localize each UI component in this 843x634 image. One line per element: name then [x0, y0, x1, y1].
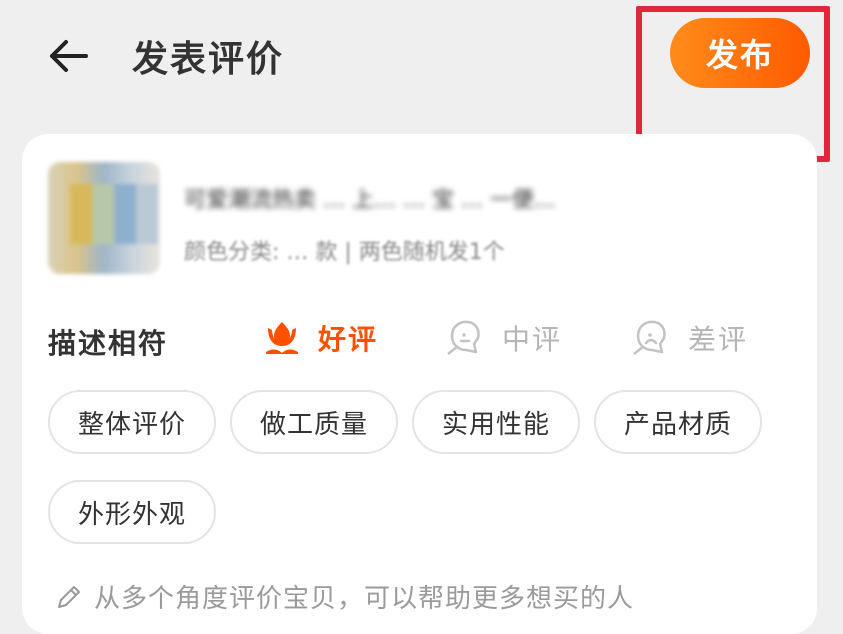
sad-face-icon	[633, 320, 666, 355]
rating-bad-label: 差评	[688, 323, 749, 356]
tag-workmanship[interactable]: 做工质量	[230, 390, 398, 454]
tag-performance[interactable]: 实用性能	[412, 390, 580, 454]
publish-button[interactable]: 发布	[670, 18, 810, 88]
review-hint[interactable]: 从多个角度评价宝贝，可以帮助更多想买的人	[54, 578, 634, 615]
product-title: 可爱潮流热卖 … 上… … 宝 … 一便...	[184, 188, 555, 213]
rating-bad-option[interactable]: 差评	[630, 314, 748, 362]
tag-overall[interactable]: 整体评价	[48, 390, 216, 454]
neutral-face-icon	[447, 320, 480, 355]
pencil-icon	[58, 585, 80, 608]
hint-text: 从多个角度评价宝贝，可以帮助更多想买的人	[94, 584, 635, 614]
tag-appearance[interactable]: 外形外观	[48, 480, 216, 544]
back-button[interactable]	[40, 28, 96, 84]
top-bar: 发表评价 发布	[0, 0, 843, 120]
flower-icon	[266, 322, 298, 354]
tag-material[interactable]: 产品材质	[594, 390, 762, 454]
product-spec: 颜色分类: … 款 | 两色随机发1个	[184, 240, 505, 265]
rating-good-label: 好评	[318, 323, 379, 356]
page-title: 发表评价	[132, 39, 285, 80]
product-thumbnail[interactable]	[48, 162, 160, 274]
review-card: 可爱潮流热卖 … 上… … 宝 … 一便... 颜色分类: … 款 | 两色随机…	[22, 134, 817, 634]
arrow-left-icon	[50, 40, 88, 72]
rating-label: 描述相符	[48, 327, 169, 360]
rating-neutral-option[interactable]: 中评	[444, 314, 562, 362]
rating-neutral-label: 中评	[502, 323, 563, 356]
rating-good-option[interactable]: 好评	[260, 314, 378, 362]
